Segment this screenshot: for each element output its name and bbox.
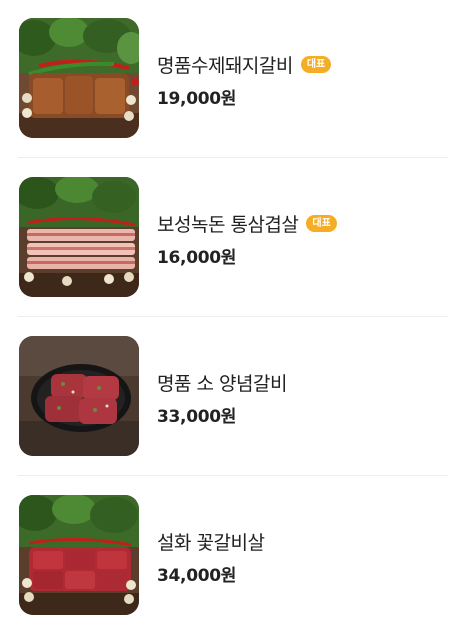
- marinated-beef-ribs-image: [19, 336, 139, 456]
- menu-item-price: 33,000원: [157, 407, 237, 427]
- signature-badge: 대표: [306, 214, 337, 232]
- menu-item-price: 19,000원: [157, 89, 237, 109]
- menu-item-beef-rib-finger[interactable]: 설화 꽃갈비살 34,000원: [0, 477, 466, 630]
- marbled-beef-image: [19, 495, 139, 615]
- grilled-pork-ribs-image: [19, 18, 139, 138]
- menu-list: 명품수제돼지갈비 대표 19,000원 보성녹돈 통삼겹살 대표 16,000원…: [0, 0, 466, 630]
- menu-item-pork-belly[interactable]: 보성녹돈 통삼겹살 대표 16,000원: [0, 159, 466, 317]
- menu-item-name: 명품 소 양념갈비: [157, 372, 287, 395]
- menu-item-image: [19, 336, 139, 456]
- divider: [18, 157, 448, 158]
- menu-item-name: 명품수제돼지갈비: [157, 54, 293, 77]
- menu-item-beef-marinated-ribs[interactable]: 명품 소 양념갈비 33,000원: [0, 318, 466, 476]
- menu-item-image: [19, 495, 139, 615]
- menu-item-image: [19, 18, 139, 138]
- divider: [18, 475, 448, 476]
- divider: [18, 316, 448, 317]
- menu-item-name: 보성녹돈 통삼겹살: [157, 213, 299, 236]
- menu-item-pork-ribs[interactable]: 명품수제돼지갈비 대표 19,000원: [0, 0, 466, 158]
- menu-item-price: 34,000원: [157, 566, 237, 586]
- signature-badge: 대표: [300, 55, 332, 73]
- menu-item-image: [19, 177, 139, 297]
- menu-item-name: 설화 꽃갈비살: [157, 531, 265, 554]
- pork-belly-image: [19, 177, 139, 297]
- menu-item-price: 16,000원: [157, 248, 237, 268]
